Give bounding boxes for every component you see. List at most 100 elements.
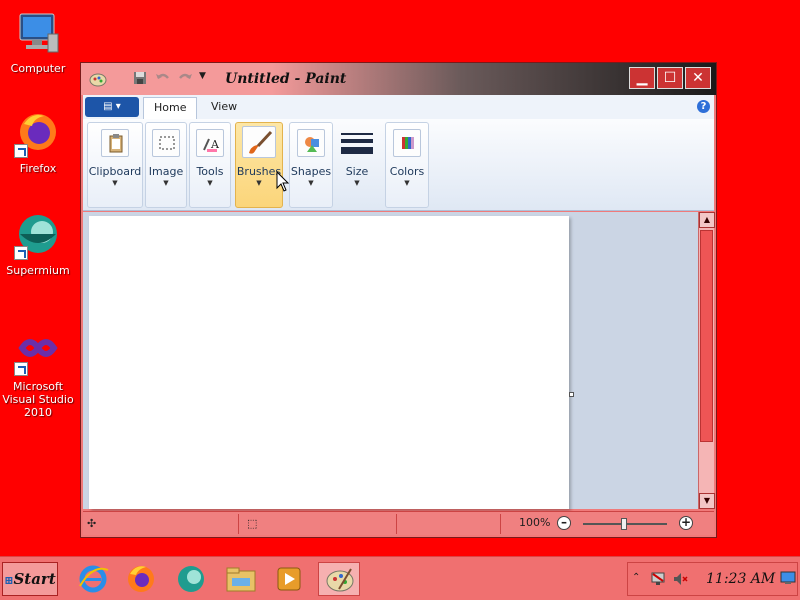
shapes-group[interactable]: Shapes ▼ (289, 122, 333, 208)
dropdown-arrow-icon: ▼ (404, 179, 410, 187)
selection-size-cell: ⬚ (241, 514, 397, 534)
minimize-button[interactable]: ▁ (629, 67, 655, 89)
window-title: Untitled - Paint (225, 71, 347, 87)
tools-group[interactable]: A Tools ▼ (189, 122, 231, 208)
clipboard-group[interactable]: Clipboard ▼ (87, 122, 143, 208)
shortcut-arrow-icon (14, 362, 28, 376)
zoom-level: 100% (519, 516, 551, 529)
visual-studio-icon (14, 328, 62, 376)
maximize-icon: ☐ (663, 70, 677, 86)
zoom-slider-thumb[interactable] (621, 518, 627, 530)
firefox-icon (14, 110, 62, 158)
colors-label: Colors (389, 165, 425, 178)
desktop-icon-firefox[interactable]: Firefox (0, 110, 76, 175)
desktop-icon-supermium[interactable]: Supermium (0, 212, 76, 277)
desktop-icon-visual-studio[interactable]: Microsoft Visual Studio 2010 (0, 328, 76, 419)
firefox-icon (128, 566, 154, 592)
shortcut-arrow-icon (14, 246, 28, 260)
brushes-group[interactable]: Brushes ▼ (235, 122, 283, 208)
supermium-icon (178, 566, 204, 592)
vertical-scrollbar[interactable]: ▲ ▼ (698, 212, 715, 509)
dropdown-arrow-icon: ▼ (112, 179, 118, 187)
paint-icon (326, 568, 354, 592)
drawing-canvas[interactable] (89, 216, 569, 509)
size-label: Size (345, 165, 369, 178)
paint-menu-button[interactable]: ▤ ▾ (85, 97, 139, 117)
image-group[interactable]: Image ▼ (145, 122, 187, 208)
selection-size-icon: ⬚ (247, 517, 258, 530)
internet-explorer-icon (79, 565, 109, 593)
taskbar-supermium[interactable] (170, 562, 212, 596)
show-desktop-icon[interactable] (780, 571, 796, 588)
network-icon[interactable] (650, 571, 666, 590)
select-rectangle-icon (152, 129, 180, 157)
move-cursor-icon: ✣ (87, 517, 97, 530)
system-tray: ⌃ 11:23 AM (627, 562, 798, 596)
paint-app-icon[interactable] (89, 71, 107, 87)
folder-icon (226, 567, 256, 592)
title-bar[interactable]: ▼ Untitled - Paint ▁ ☐ ✕ (81, 63, 716, 95)
size-group[interactable]: Size ▼ (335, 122, 379, 208)
start-button[interactable]: ⊞Start (2, 562, 58, 596)
colors-group[interactable]: Colors ▼ (385, 122, 429, 208)
mouse-pointer-icon (276, 171, 290, 192)
dropdown-arrow-icon: ▼ (207, 179, 213, 187)
desktop-icon-computer[interactable]: Computer (0, 10, 76, 75)
shapes-icon (297, 129, 325, 157)
clipboard-icon (101, 129, 129, 157)
taskbar-file-explorer[interactable] (220, 562, 262, 596)
help-icon[interactable]: ? (697, 100, 710, 113)
save-icon[interactable] (133, 71, 147, 87)
taskbar: ⊞Start ⌃ 11:23 AM (0, 556, 800, 600)
dropdown-arrow-icon: ▼ (308, 179, 314, 187)
image-size-cell (399, 514, 501, 534)
cursor-position-cell: ✣ (83, 514, 239, 534)
zoom-in-icon[interactable]: + (679, 516, 693, 530)
taskbar-paint[interactable] (318, 562, 360, 596)
minimize-icon: ▁ (636, 70, 648, 86)
zoom-out-icon[interactable]: – (557, 516, 571, 530)
media-player-icon (277, 567, 301, 591)
scroll-thumb[interactable] (700, 230, 713, 442)
computer-icon (14, 10, 62, 58)
desktop-icon-label: Supermium (6, 264, 70, 277)
supermium-icon (14, 212, 62, 260)
shortcut-arrow-icon (14, 144, 28, 158)
image-label: Image (148, 165, 184, 178)
tools-icon: A (196, 129, 224, 157)
paint-window: ▼ Untitled - Paint ▁ ☐ ✕ ▤ ▾ Home View ?… (80, 62, 717, 538)
taskbar-media-player[interactable] (268, 562, 310, 596)
taskbar-firefox[interactable] (120, 562, 162, 596)
volume-muted-icon[interactable] (672, 571, 688, 590)
canvas-area[interactable] (83, 212, 699, 509)
dropdown-arrow-icon: ▼ (354, 179, 360, 187)
close-button[interactable]: ✕ (685, 67, 711, 89)
status-bar: ✣ ⬚ 100% – + (83, 511, 714, 535)
ribbon-tabs: ▤ ▾ Home View ? (83, 95, 714, 119)
brush-icon (242, 126, 276, 158)
menu-icon: ▤ ▾ (103, 101, 121, 112)
redo-icon[interactable] (177, 71, 193, 87)
scroll-up-arrow-icon[interactable]: ▲ (699, 212, 715, 228)
clock[interactable]: 11:23 AM (706, 571, 775, 587)
clipboard-label: Clipboard (88, 165, 142, 178)
ribbon: Clipboard ▼ Image ▼ A Tools ▼ Brushes ▼ (83, 119, 714, 211)
desktop-icon-label: Microsoft Visual Studio 2010 (2, 380, 74, 419)
show-hidden-icons-chevron-icon[interactable]: ⌃ (632, 572, 640, 583)
maximize-button[interactable]: ☐ (657, 67, 683, 89)
line-size-icon (341, 129, 373, 157)
color-palette-icon (393, 129, 421, 157)
close-icon: ✕ (692, 70, 704, 86)
start-label: Start (13, 570, 56, 588)
taskbar-internet-explorer[interactable] (72, 562, 114, 596)
tab-view[interactable]: View (201, 97, 247, 119)
canvas-resize-handle[interactable] (569, 392, 574, 397)
customize-quick-access-chevron-icon[interactable]: ▼ (199, 71, 206, 87)
tab-home[interactable]: Home (143, 97, 198, 119)
shapes-label: Shapes (290, 165, 332, 178)
dropdown-arrow-icon: ▼ (163, 179, 169, 187)
desktop-icon-label: Computer (10, 62, 66, 75)
scroll-down-arrow-icon[interactable]: ▼ (699, 493, 715, 509)
undo-icon[interactable] (155, 71, 171, 87)
tools-label: Tools (196, 165, 224, 178)
